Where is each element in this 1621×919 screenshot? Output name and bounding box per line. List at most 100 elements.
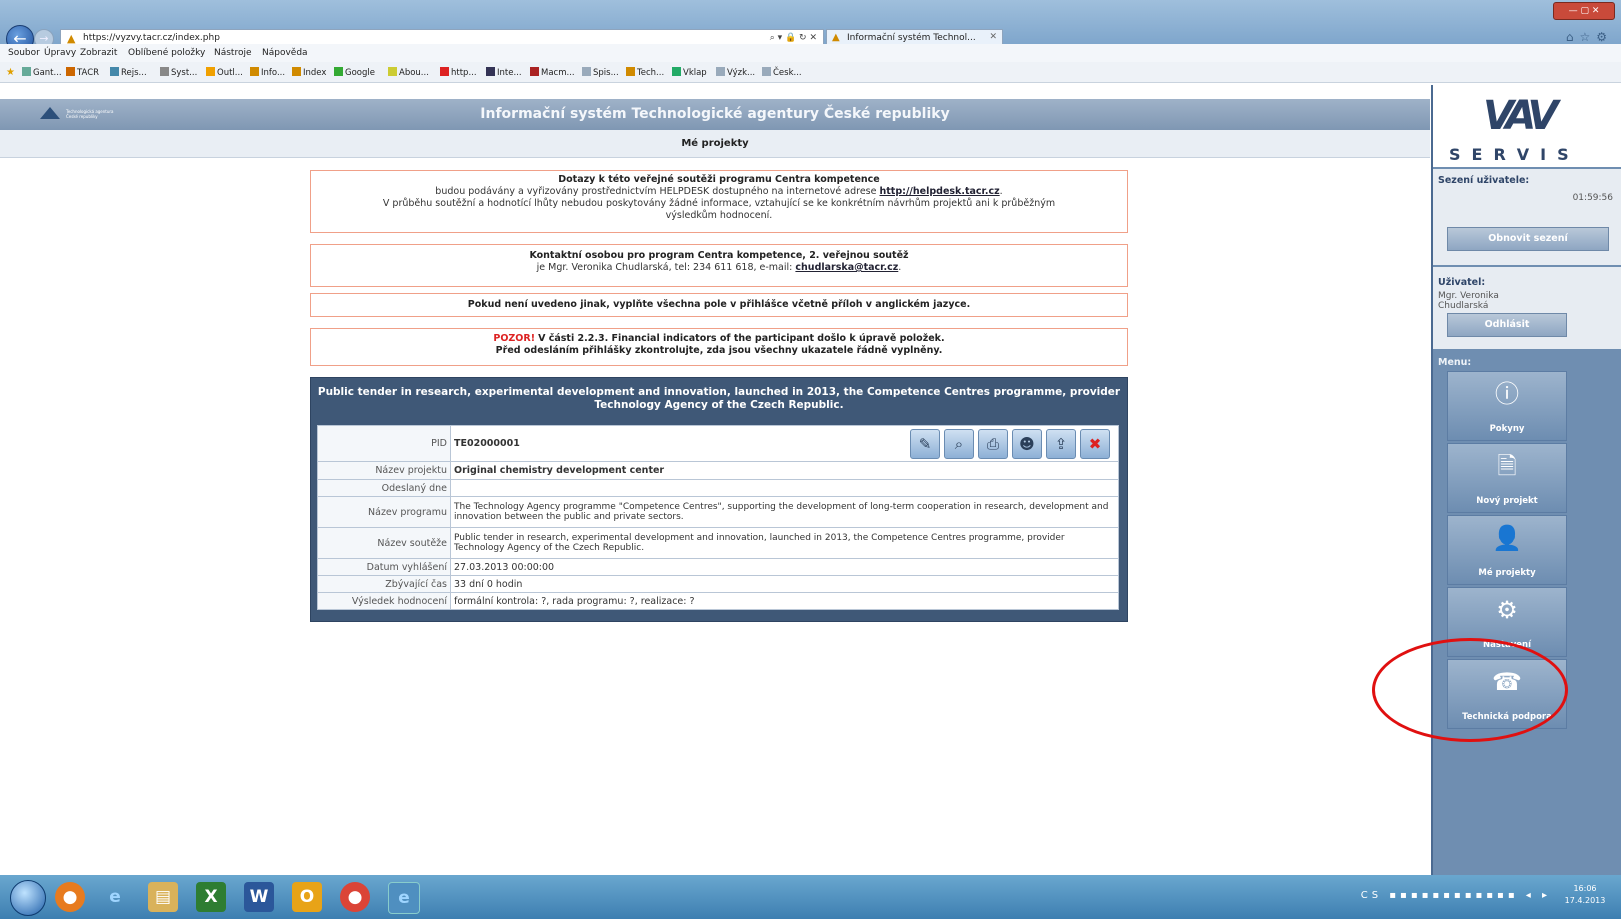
menu-label: Menu: xyxy=(1438,357,1472,368)
contact-notice: Kontaktní osobou pro program Centra komp… xyxy=(310,244,1128,287)
menu-soubor[interactable]: Soubor xyxy=(8,48,40,58)
project-card: Public tender in research, experimental … xyxy=(310,377,1128,622)
explorer-icon[interactable]: ▤ xyxy=(148,882,178,912)
fav-item[interactable]: Info... xyxy=(250,67,285,78)
fav-item[interactable]: Česk... xyxy=(762,67,802,78)
menu-tile-me-projekty[interactable]: 👤 Mé projekty xyxy=(1447,515,1567,585)
fav-item[interactable]: Syst... xyxy=(160,67,197,78)
fav-item[interactable]: Inte... xyxy=(486,67,522,78)
new-document-icon: 🗎 xyxy=(1497,452,1517,480)
row-label: Název programu xyxy=(317,496,451,528)
menu-tile-novy-projekt[interactable]: 🗎 Nový projekt xyxy=(1447,443,1567,513)
word-icon[interactable]: W xyxy=(244,882,274,912)
language-indicator[interactable]: CS xyxy=(1361,890,1382,901)
firefox-icon[interactable]: ● xyxy=(55,882,85,912)
chrome-icon[interactable]: ● xyxy=(340,882,370,912)
highlight-annotation xyxy=(1372,638,1568,742)
menu-upravy[interactable]: Úpravy xyxy=(44,48,76,58)
renew-session-button[interactable]: Obnovit sezení xyxy=(1447,227,1609,251)
notice-text: výsledkům hodnocení. xyxy=(665,210,773,221)
excel-icon[interactable]: X xyxy=(196,882,226,912)
table-row: Výsledek hodnocení formální kontrola: ?,… xyxy=(317,592,1119,610)
email-link[interactable]: chudlarska@tacr.cz xyxy=(795,262,898,273)
fav-item[interactable]: Tech... xyxy=(626,67,664,78)
session-time: 01:59:56 xyxy=(1572,193,1613,203)
fav-item[interactable]: Index xyxy=(292,67,326,78)
language-notice: Pokud není uvedeno jinak, vyplňte všechn… xyxy=(310,293,1128,317)
fav-icon xyxy=(250,67,259,76)
row-label: Odeslaný dne xyxy=(317,479,451,497)
project-actions: ✎ ⌕ ⎙ ☻ ⇪ ✖ xyxy=(906,429,1110,459)
fav-item[interactable]: Výzk... xyxy=(716,67,755,78)
pid-value: TE02000001 xyxy=(454,438,520,449)
tile-label: Nový projekt xyxy=(1476,496,1538,506)
vav-servis-logo: VAV SERVIS xyxy=(1433,85,1621,167)
users-icon[interactable]: ☻ xyxy=(1012,429,1042,459)
clock-date: 17.4.2013 xyxy=(1564,896,1606,905)
vav-logo-icon: VAV xyxy=(1483,93,1558,139)
start-button[interactable] xyxy=(10,880,46,916)
tile-label: Pokyny xyxy=(1489,424,1525,434)
notice-text: Pokud není uvedeno jinak, vyplňte všechn… xyxy=(467,299,971,310)
fav-item[interactable]: Rejs... xyxy=(110,67,147,78)
gear-icon: ⚙ xyxy=(1496,596,1518,624)
table-row: Název soutěže Public tender in research,… xyxy=(317,527,1119,559)
row-value-cell: TE02000001 ✎ ⌕ ⎙ ☻ ⇪ ✖ xyxy=(450,425,1119,462)
upload-icon[interactable]: ⇪ xyxy=(1046,429,1076,459)
program-name-value: The Technology Agency programme "Compete… xyxy=(450,496,1119,528)
address-bar-icons[interactable]: ⌕ ▾ 🔒 ↻ ✕ xyxy=(770,33,817,43)
edit-icon[interactable]: ✎ xyxy=(910,429,940,459)
menu-napoveda[interactable]: Nápověda xyxy=(262,48,308,58)
fav-icon xyxy=(334,67,343,76)
project-name-value: Original chemistry development center xyxy=(450,461,1119,480)
tab-title: Informační systém Technol... xyxy=(847,33,976,43)
system-tray[interactable]: CS ▪▪▪▪▪▪▪▪▪▪▪▪ ◂ ▸ xyxy=(1361,890,1551,901)
notice-text: V části 2.2.3. Financial indicators of t… xyxy=(538,333,945,344)
fav-icon xyxy=(486,67,495,76)
menu-tile-pokyny[interactable]: ⓘ Pokyny xyxy=(1447,371,1567,441)
address-url: https://vyzvy.tacr.cz/index.php xyxy=(83,33,220,43)
person-icon: 👤 xyxy=(1492,524,1522,552)
project-details-table: PID TE02000001 ✎ ⌕ ⎙ ☻ ⇪ ✖ Název projektu Ori… xyxy=(317,425,1119,610)
logout-button[interactable]: Odhlásit xyxy=(1447,313,1567,337)
section-title: Mé projekty xyxy=(681,138,749,149)
fav-item[interactable]: Vklap xyxy=(672,67,707,78)
clock-time: 16:06 xyxy=(1573,884,1597,893)
fav-item[interactable]: Macm... xyxy=(530,67,575,78)
fav-item[interactable]: Outl... xyxy=(206,67,243,78)
ie-icon[interactable]: e xyxy=(100,882,130,912)
window-close-button[interactable]: — ▢ ✕ xyxy=(1553,2,1615,20)
fav-item[interactable]: http... xyxy=(440,67,477,78)
outlook-icon[interactable]: O xyxy=(292,882,322,912)
fav-item[interactable]: Gant... xyxy=(22,67,62,78)
page-header: Technologická agentura České republiky I… xyxy=(0,99,1430,130)
fav-icon xyxy=(440,67,449,76)
table-row: Odeslaný dne xyxy=(317,479,1119,497)
menu-nastroje[interactable]: Nástroje xyxy=(214,48,252,58)
fav-item[interactable]: Spis... xyxy=(582,67,619,78)
menu-zobrazit[interactable]: Zobrazit xyxy=(80,48,117,58)
sent-date-value xyxy=(450,479,1119,497)
row-label: Výsledek hodnocení xyxy=(317,592,451,610)
fav-item[interactable]: Google xyxy=(334,67,375,78)
user-label: Uživatel: xyxy=(1438,277,1486,288)
fav-icon xyxy=(22,67,31,76)
fav-icon xyxy=(160,67,169,76)
table-row: Zbývající čas 33 dní 0 hodin xyxy=(317,575,1119,593)
clock[interactable]: 16:06 17.4.2013 xyxy=(1557,883,1613,907)
ie-active-icon[interactable]: e xyxy=(388,882,420,914)
browser-menubar: Soubor Úpravy Zobrazit Oblíbené položky … xyxy=(0,44,1621,63)
helpdesk-link[interactable]: http://helpdesk.tacr.cz xyxy=(880,186,1000,197)
fav-item[interactable]: TACR xyxy=(66,67,99,78)
menu-oblibene[interactable]: Oblíbené položky xyxy=(128,48,205,58)
favorites-star-icon[interactable]: ★ xyxy=(6,67,15,78)
table-row: PID TE02000001 ✎ ⌕ ⎙ ☻ ⇪ ✖ xyxy=(317,425,1119,462)
browser-toolbar-icons[interactable]: ⌂☆⚙ xyxy=(1566,30,1613,44)
delete-icon[interactable]: ✖ xyxy=(1080,429,1110,459)
right-sidebar: VAV SERVIS Sezení uživatele: 01:59:56 Ob… xyxy=(1431,85,1621,875)
print-icon[interactable]: ⎙ xyxy=(978,429,1008,459)
tab-close-icon[interactable]: ✕ xyxy=(989,32,997,42)
search-icon[interactable]: ⌕ xyxy=(944,429,974,459)
announcement-date-value: 27.03.2013 00:00:00 xyxy=(450,558,1119,576)
fav-item[interactable]: Abou... xyxy=(388,67,429,78)
